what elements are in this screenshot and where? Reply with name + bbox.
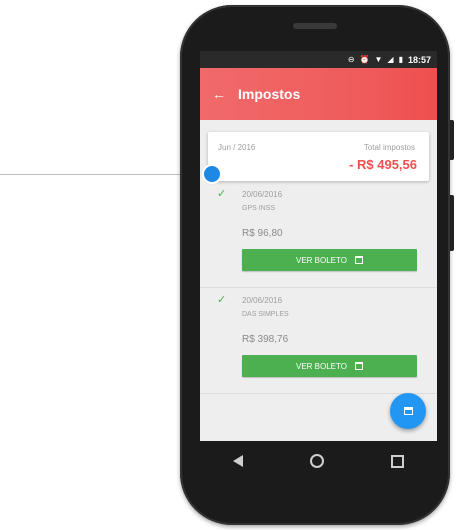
- ver-boleto-button[interactable]: VER BOLETO: [242, 249, 417, 271]
- callout-line: [0, 174, 206, 175]
- page-title: Impostos: [238, 86, 301, 102]
- system-nav-bar: [200, 441, 437, 481]
- phone-speaker: [293, 23, 337, 29]
- nav-home-icon[interactable]: [309, 454, 324, 468]
- summary-card: Jun / 2016 Total impostos - R$ 495,56: [208, 132, 429, 181]
- signal-icon: ◢: [387, 54, 394, 64]
- battery-icon: ▮: [398, 54, 403, 64]
- power-button: [450, 120, 454, 160]
- nav-back-icon[interactable]: [233, 455, 244, 467]
- callout-dot: [204, 166, 220, 182]
- back-arrow-icon[interactable]: ←: [212, 86, 226, 102]
- phone-screen: ⊖ ⏰ ▼ ◢ ▮ 18:57 ← Impostos Jun / 2016 To…: [200, 51, 437, 441]
- status-time: 18:57: [407, 54, 431, 65]
- check-icon: ✓: [217, 294, 227, 306]
- alarm-icon: ⏰: [359, 54, 370, 64]
- item-date: 20/06/2016: [242, 190, 283, 199]
- item-name: DAS SIMPLES: [242, 311, 289, 318]
- summary-month: Jun / 2016: [218, 143, 256, 152]
- item-name: GPS INSS: [242, 205, 276, 212]
- button-label: VER BOLETO: [296, 255, 347, 265]
- total-value: - R$ 495,56: [349, 157, 417, 172]
- check-icon: ✓: [217, 188, 227, 200]
- item-date: 20/06/2016: [242, 296, 283, 305]
- calendar-icon: [403, 407, 413, 415]
- wifi-icon: ▼: [374, 54, 383, 64]
- list-item: ✓ 20/06/2016 GPS INSS R$ 96,80 VER BOLET…: [200, 183, 437, 288]
- status-bar: ⊖ ⏰ ▼ ◢ ▮ 18:57: [200, 51, 437, 68]
- volume-button: [450, 195, 454, 251]
- calendar-icon: [354, 362, 363, 370]
- ver-boleto-button[interactable]: VER BOLETO: [242, 355, 417, 377]
- minus-circle-icon: ⊖: [347, 54, 355, 64]
- phone-frame: ⊖ ⏰ ▼ ◢ ▮ 18:57 ← Impostos Jun / 2016 To…: [180, 5, 454, 525]
- list-item: ✓ 20/06/2016 DAS SIMPLES R$ 398,76 VER B…: [200, 289, 437, 394]
- button-label: VER BOLETO: [296, 361, 347, 371]
- nav-recent-icon[interactable]: [390, 454, 404, 468]
- item-amount: R$ 96,80: [242, 228, 283, 239]
- item-amount: R$ 398,76: [242, 334, 289, 345]
- total-label: Total impostos: [363, 143, 415, 152]
- app-bar: ← Impostos: [200, 68, 437, 120]
- calendar-icon: [354, 256, 363, 264]
- calendar-fab-button[interactable]: [390, 393, 426, 429]
